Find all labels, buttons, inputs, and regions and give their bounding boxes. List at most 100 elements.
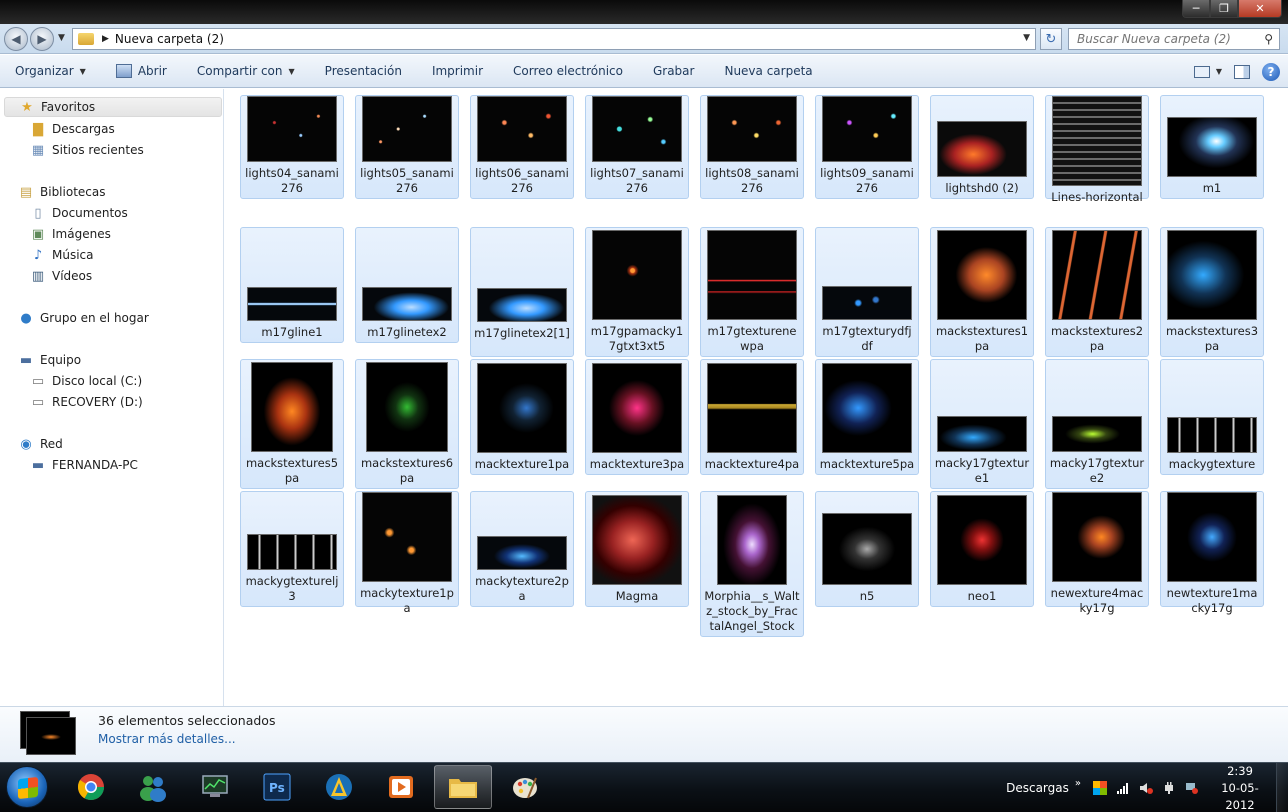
- taskbar-messenger[interactable]: [124, 765, 182, 809]
- file-tile[interactable]: mackstextures5pa: [240, 359, 344, 489]
- tray-toolbar-label[interactable]: Descargas: [1006, 781, 1069, 795]
- file-tile[interactable]: mackytexture1pa: [355, 491, 459, 615]
- file-tile[interactable]: m17gline1: [240, 227, 344, 343]
- more-details-link[interactable]: Mostrar más detalles...: [98, 732, 236, 746]
- file-tile[interactable]: lights08_sanami276: [700, 95, 804, 199]
- maximize-button[interactable]: ❐: [1210, 0, 1238, 18]
- file-tile[interactable]: Lines-horizontal: [1045, 95, 1149, 204]
- file-tile[interactable]: mackytexture2pa: [470, 491, 574, 607]
- file-tile[interactable]: lights04_sanami276: [240, 95, 344, 199]
- taskbar-mediaplayer[interactable]: [372, 765, 430, 809]
- organizar-button[interactable]: Organizar ▼: [0, 55, 101, 88]
- refresh-button[interactable]: ↻: [1040, 28, 1062, 50]
- nav-documentos[interactable]: ▯ Documentos: [30, 203, 127, 223]
- file-tile[interactable]: m17gtexturenewpa: [700, 227, 804, 357]
- nav-musica[interactable]: ♪ Música: [30, 245, 94, 265]
- nav-fernanda-pc[interactable]: ▬ FERNANDA-PC: [30, 455, 138, 475]
- nav-recovery[interactable]: ▭ RECOVERY (D:): [30, 392, 143, 412]
- taskbar-explorer[interactable]: [434, 765, 492, 809]
- address-dropdown-icon[interactable]: ▼: [1023, 33, 1030, 43]
- preview-pane-icon[interactable]: [1234, 64, 1250, 79]
- imprimir-button[interactable]: Imprimir: [417, 55, 498, 88]
- show-desktop-button[interactable]: [1276, 763, 1288, 812]
- file-tile[interactable]: lights07_sanami276: [585, 95, 689, 199]
- file-tile[interactable]: lights06_sanami276: [470, 95, 574, 199]
- file-tile[interactable]: mackstextures1pa: [930, 227, 1034, 357]
- windows-flag-tray-icon[interactable]: [1093, 781, 1107, 795]
- nav-imagenes[interactable]: ▣ Imágenes: [30, 224, 111, 244]
- file-name: Morphia__s_Waltz_stock_by_FractalAngel_S…: [704, 589, 800, 633]
- file-tile[interactable]: Morphia__s_Waltz_stock_by_FractalAngel_S…: [700, 491, 804, 637]
- start-button[interactable]: [6, 766, 48, 808]
- network-warning-icon[interactable]: [1185, 781, 1199, 795]
- nav-red[interactable]: ◉ Red: [18, 434, 62, 454]
- file-tile[interactable]: m17glinetex2: [355, 227, 459, 343]
- nueva-carpeta-button[interactable]: Nueva carpeta: [709, 55, 827, 88]
- power-plug-icon[interactable]: [1162, 781, 1176, 795]
- search-box[interactable]: ⚲: [1068, 28, 1280, 50]
- file-tile[interactable]: m1: [1160, 95, 1264, 199]
- file-tile[interactable]: macky17gtexture2: [1045, 359, 1149, 489]
- tray-chevron-icon[interactable]: »: [1075, 778, 1081, 789]
- file-name: neo1: [967, 589, 997, 603]
- address-bar[interactable]: ▶ Nueva carpeta (2) ▼: [72, 28, 1036, 50]
- forward-button[interactable]: ▶: [30, 27, 54, 51]
- nav-disco-local[interactable]: ▭ Disco local (C:): [30, 371, 142, 391]
- file-tile[interactable]: lightshd0 (2): [930, 95, 1034, 199]
- file-tile[interactable]: lights09_sanami276: [815, 95, 919, 199]
- volume-muted-icon[interactable]: [1139, 781, 1153, 795]
- address-path[interactable]: Nueva carpeta (2): [115, 32, 224, 46]
- minimize-button[interactable]: ─: [1182, 0, 1210, 18]
- nav-equipo[interactable]: ▬ Equipo: [18, 350, 81, 370]
- taskbar-paint[interactable]: [496, 765, 554, 809]
- file-tile[interactable]: macky17gtexture1: [930, 359, 1034, 489]
- file-tile[interactable]: mackstextures6pa: [355, 359, 459, 489]
- file-tile[interactable]: neo1: [930, 491, 1034, 607]
- nav-grupo-hogar[interactable]: ● Grupo en el hogar: [18, 308, 148, 328]
- file-tile[interactable]: mackstextures2pa: [1045, 227, 1149, 357]
- file-tile[interactable]: m17gpamacky17gtxt3xt5: [585, 227, 689, 357]
- change-view-icon[interactable]: [1193, 65, 1210, 78]
- file-tile[interactable]: mackygtexturelj3: [240, 491, 344, 607]
- compartir-button[interactable]: Compartir con ▼: [182, 55, 310, 88]
- file-tile[interactable]: Magma: [585, 491, 689, 607]
- image-thumbnail: [822, 96, 912, 162]
- media-player-icon: [326, 774, 352, 800]
- search-icon[interactable]: ⚲: [1264, 32, 1273, 46]
- taskbar-photoshop[interactable]: Ps: [248, 765, 306, 809]
- file-tile[interactable]: macktexture1pa: [470, 359, 574, 475]
- file-tile[interactable]: mackygtexture: [1160, 359, 1264, 475]
- nav-descargas[interactable]: ▇ Descargas: [30, 119, 115, 139]
- signal-bars-icon[interactable]: [1116, 781, 1130, 795]
- file-tile[interactable]: macktexture4pa: [700, 359, 804, 475]
- breadcrumb-chevron-icon[interactable]: ▶: [102, 34, 109, 44]
- grabar-button[interactable]: Grabar: [638, 55, 710, 88]
- presentacion-button[interactable]: Presentación: [310, 55, 417, 88]
- nav-favoritos[interactable]: ★ Favoritos: [4, 97, 222, 117]
- file-tile[interactable]: newexture4macky17g: [1045, 491, 1149, 615]
- nav-videos[interactable]: ▥ Vídeos: [30, 266, 92, 286]
- correo-button[interactable]: Correo electrónico: [498, 55, 638, 88]
- taskbar-arcsoft[interactable]: [310, 765, 368, 809]
- taskbar-taskmanager[interactable]: [186, 765, 244, 809]
- taskbar-chrome[interactable]: [62, 765, 120, 809]
- file-tile[interactable]: mackstextures3pa: [1160, 227, 1264, 357]
- nav-bibliotecas[interactable]: ▤ Bibliotecas: [18, 182, 106, 202]
- close-button[interactable]: ✕: [1238, 0, 1282, 18]
- help-icon[interactable]: ?: [1262, 62, 1280, 81]
- recent-pages-dropdown[interactable]: ▼: [58, 33, 65, 43]
- file-tile[interactable]: m17glinetex2[1]: [470, 227, 574, 357]
- file-tile[interactable]: newtexture1macky17g: [1160, 491, 1264, 615]
- file-tile[interactable]: m17gtexturydfjdf: [815, 227, 919, 357]
- search-input[interactable]: [1077, 32, 1257, 46]
- file-tile[interactable]: macktexture3pa: [585, 359, 689, 475]
- file-tile[interactable]: lights05_sanami276: [355, 95, 459, 199]
- view-dropdown-icon[interactable]: ▼: [1216, 67, 1222, 76]
- clock[interactable]: 2:39 10-05-2012: [1208, 763, 1272, 812]
- file-tile[interactable]: macktexture5pa: [815, 359, 919, 475]
- nav-sitios-recientes[interactable]: ▦ Sitios recientes: [30, 140, 144, 160]
- file-tile[interactable]: n5: [815, 491, 919, 607]
- abrir-button[interactable]: Abrir: [101, 55, 182, 88]
- back-button[interactable]: ◀: [4, 27, 28, 51]
- thumbnail-area: [1046, 360, 1148, 456]
